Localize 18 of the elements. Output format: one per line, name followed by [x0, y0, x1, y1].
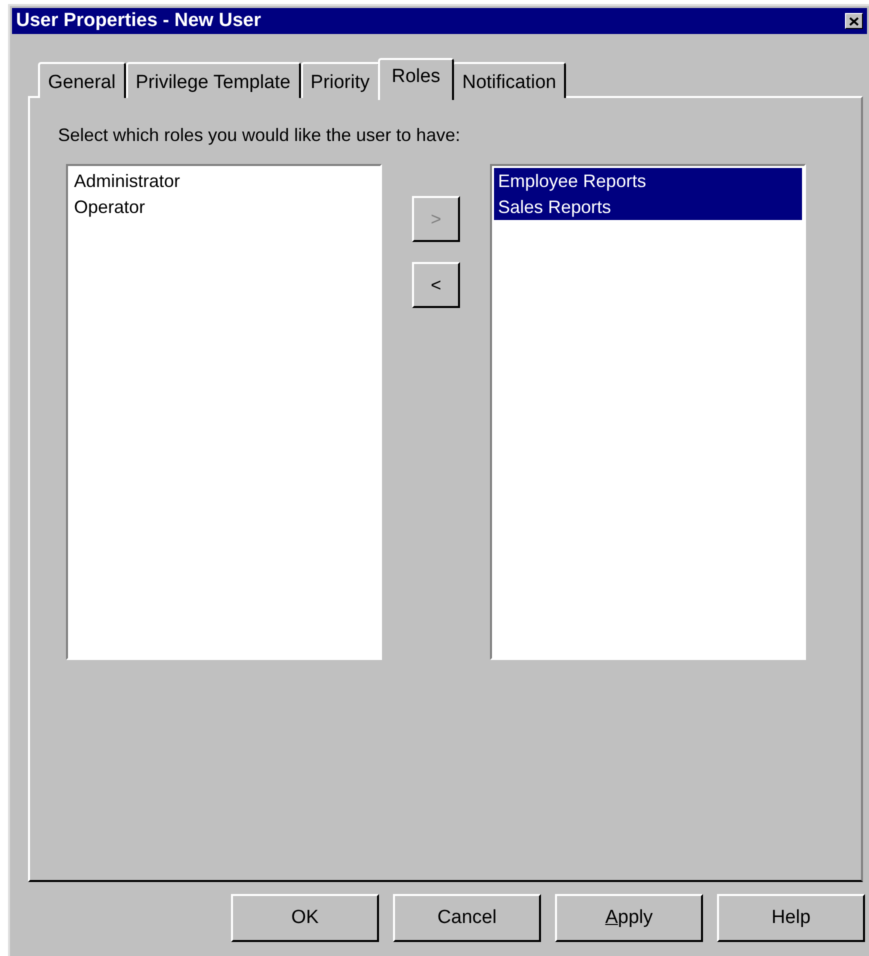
list-item[interactable]: Sales Reports — [494, 194, 802, 220]
available-roles-list[interactable]: Administrator Operator — [66, 164, 382, 660]
dialog-button[interactable]: Apply — [555, 894, 703, 942]
dialog-button[interactable]: Help — [717, 894, 865, 942]
tab[interactable]: General — [38, 62, 126, 98]
tab[interactable]: Roles — [378, 58, 454, 100]
close-button[interactable] — [845, 13, 863, 29]
list-item[interactable]: Employee Reports — [494, 168, 802, 194]
dialog-button[interactable]: OK — [231, 894, 379, 942]
dialog-button[interactable]: Cancel — [393, 894, 541, 942]
tab[interactable]: Notification — [452, 62, 566, 98]
tab[interactable]: Privilege Template — [126, 62, 301, 98]
assigned-roles-list[interactable]: Employee Reports Sales Reports — [490, 164, 806, 660]
close-icon — [849, 16, 859, 26]
tab[interactable]: Priority — [300, 62, 380, 98]
instruction-text: Select which roles you would like the user to have: — [58, 124, 460, 147]
move-button[interactable]: < — [412, 262, 460, 308]
window-title: User Properties - New User — [16, 8, 261, 33]
